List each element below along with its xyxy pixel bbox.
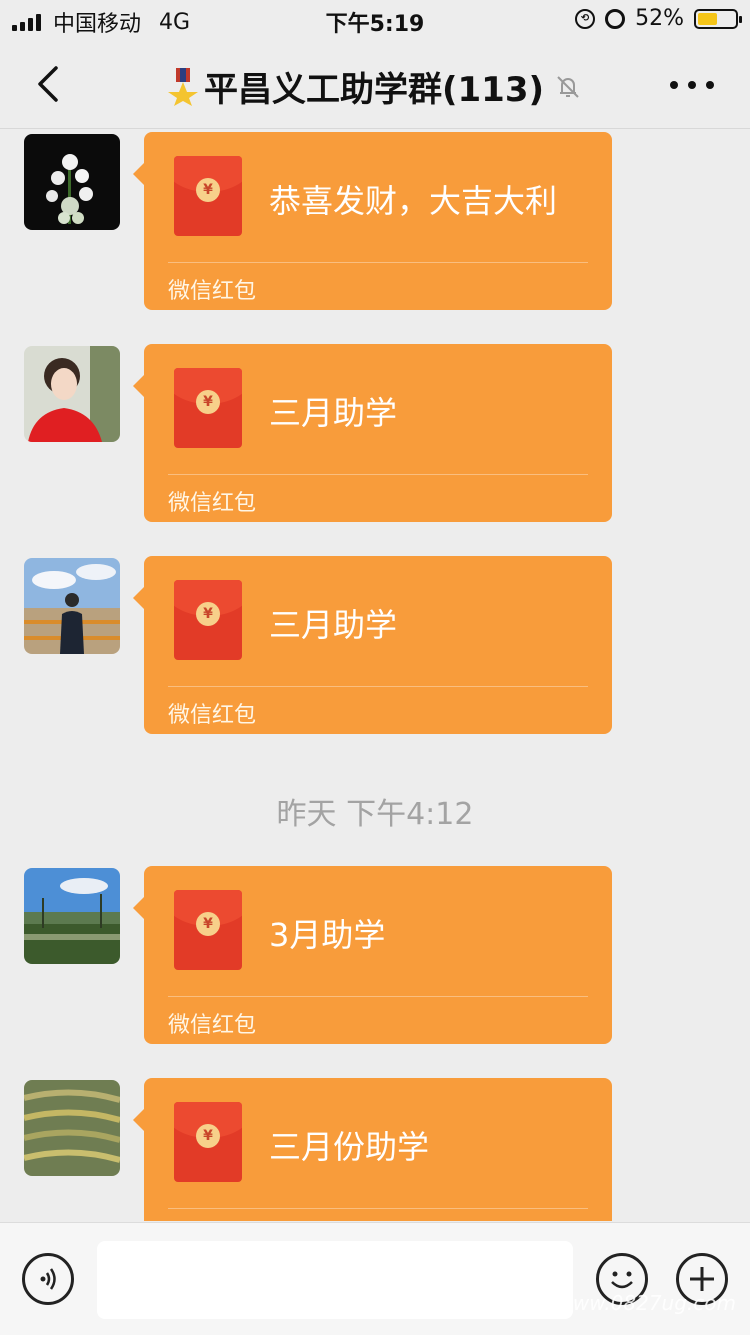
page-title: 平昌义工助学群(113)	[203, 70, 545, 110]
voice-icon	[40, 1268, 56, 1290]
red-packet-title: 三月助学	[269, 394, 398, 432]
red-packet-label: 微信红包	[168, 491, 257, 516]
chat-area[interactable]: ¥ 恭喜发财，大吉大利 微信红包 ¥ 三月助学 微信红包 ¥ 三月助学 微信红包…	[0, 129, 750, 1221]
red-packet-icon: ¥	[174, 890, 242, 970]
bell-off-icon	[557, 75, 579, 98]
red-packet-icon: ¥	[174, 1102, 242, 1182]
red-packet-title: 三月助学	[269, 606, 398, 644]
status-bar: 中国移动 4G 下午5:19 ⟲ 52%	[0, 0, 750, 40]
battery-percent: 52%	[635, 6, 684, 31]
medal-icon	[167, 67, 198, 106]
avatar-woman-red-image	[24, 346, 120, 442]
timestamp: 昨天 下午4:12	[276, 797, 474, 832]
divider	[168, 1208, 588, 1209]
red-packet-label: 微信红包	[168, 703, 257, 728]
more-dots-icon	[670, 81, 678, 89]
red-packet-label: 微信红包	[168, 1013, 257, 1038]
red-packet-title: 三月份助学	[269, 1128, 430, 1166]
battery-icon	[694, 8, 742, 29]
avatar-man-landscape-image	[24, 558, 120, 654]
red-packet-bubble[interactable]: ¥ 三月助学 微信红包	[133, 556, 612, 734]
red-packet-title: 3月助学	[269, 916, 386, 954]
avatar-flowers-image	[24, 134, 120, 230]
avatar[interactable]	[24, 346, 120, 442]
red-packet-bubble[interactable]: ¥ 三月助学 微信红包	[133, 344, 612, 522]
avatar[interactable]	[24, 1080, 120, 1176]
divider	[168, 686, 588, 687]
chat-title-area[interactable]: 平昌义工助学群(113)	[0, 62, 750, 111]
avatar-field-sky-image	[24, 868, 120, 964]
alarm-icon	[605, 8, 626, 29]
voice-button[interactable]	[22, 1253, 74, 1305]
message-input[interactable]	[97, 1241, 573, 1319]
red-packet-icon: ¥	[174, 580, 242, 660]
divider	[168, 474, 588, 475]
rotation-lock-icon: ⟲	[575, 8, 596, 29]
divider	[168, 262, 588, 263]
input-bar: www.0827ug.com	[0, 1222, 750, 1335]
red-packet-label: 微信红包	[168, 279, 257, 304]
nav-bar: 平昌义工助学群(113)	[0, 40, 750, 129]
red-packet-title: 恭喜发财，大吉大利	[269, 182, 558, 220]
red-packet-bubble[interactable]: ¥ 3月助学 微信红包	[133, 866, 612, 1044]
more-button[interactable]	[670, 70, 714, 100]
avatar[interactable]	[24, 558, 120, 654]
watermark: www.0827ug.com	[556, 1291, 737, 1315]
battery-fill	[698, 12, 717, 25]
red-packet-icon: ¥	[174, 156, 242, 236]
red-packet-bubble[interactable]: ¥ 恭喜发财，大吉大利 微信红包	[133, 132, 612, 310]
avatar[interactable]	[24, 868, 120, 964]
red-packet-bubble[interactable]: ¥ 三月份助学	[133, 1078, 612, 1221]
red-packet-icon: ¥	[174, 368, 242, 448]
avatar-terraces-image	[24, 1080, 120, 1176]
avatar[interactable]	[24, 134, 120, 230]
divider	[168, 996, 588, 997]
